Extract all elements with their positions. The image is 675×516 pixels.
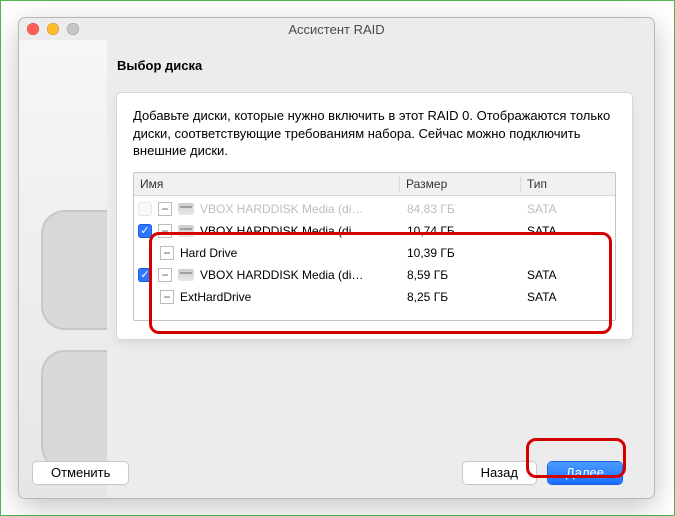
col-name[interactable]: Имя xyxy=(134,177,400,191)
raid-assistant-window: Ассистент RAID Выбор диска Добавьте диск… xyxy=(19,18,654,498)
window-title: Ассистент RAID xyxy=(19,22,654,37)
footer-buttons: Отменить Назад Далее xyxy=(19,462,632,484)
content-panel: Добавьте диски, которые нужно включить в… xyxy=(117,93,632,339)
disk-size: 84,83 ГБ xyxy=(401,202,521,216)
disk-size: 10,74 ГБ xyxy=(401,224,521,238)
cancel-button[interactable]: Отменить xyxy=(33,462,128,484)
row-checkbox xyxy=(138,202,152,216)
table-row[interactable]: −ExtHardDrive 8,25 ГБSATA xyxy=(134,286,615,308)
row-checkbox[interactable]: ✓ xyxy=(138,224,152,238)
table-row[interactable]: ✓− VBOX HARDDISK Media (di… 10,74 ГБSATA xyxy=(134,220,615,242)
disk-size: 8,59 ГБ xyxy=(401,268,521,282)
page-heading: Выбор диска xyxy=(117,58,632,73)
col-type[interactable]: Тип xyxy=(521,177,615,191)
disk-table: Имя Размер Тип − VBOX HARDDISK Media (di…… xyxy=(133,172,616,321)
table-row[interactable]: −Hard Drive 10,39 ГБ xyxy=(134,242,615,264)
next-button[interactable]: Далее xyxy=(548,462,622,484)
disk-name: VBOX HARDDISK Media (di… xyxy=(200,202,363,216)
disk-name: ExtHardDrive xyxy=(180,290,251,304)
disk-size: 8,25 ГБ xyxy=(401,290,521,304)
hdd-icon xyxy=(178,225,194,237)
hdd-icon xyxy=(178,203,194,215)
hdd-icon xyxy=(178,269,194,281)
titlebar: Ассистент RAID xyxy=(19,18,654,40)
row-checkbox[interactable]: ✓ xyxy=(138,268,152,282)
back-button[interactable]: Назад xyxy=(463,462,536,484)
disk-rows: −VBOX HARDDISK Media (di…84,83 ГБSATA✓−V… xyxy=(134,196,615,320)
expand-icon[interactable]: − xyxy=(158,202,172,216)
disk-name: VBOX HARDDISK Media (di… xyxy=(200,224,363,238)
disk-size: 10,39 ГБ xyxy=(401,246,521,260)
table-row[interactable]: ✓− VBOX HARDDISK Media (di… 8,59 ГБSATA xyxy=(134,264,615,286)
collapse-icon[interactable]: − xyxy=(160,246,174,260)
disk-type: SATA xyxy=(521,290,615,304)
table-row: − VBOX HARDDISK Media (di… 84,83 ГБSATA xyxy=(134,198,615,220)
expand-icon[interactable]: − xyxy=(158,268,172,282)
disk-type: SATA xyxy=(521,224,615,238)
sidebar-illustration xyxy=(19,40,107,498)
col-size[interactable]: Размер xyxy=(400,177,521,191)
expand-icon[interactable]: − xyxy=(158,224,172,238)
disk-name: VBOX HARDDISK Media (di… xyxy=(200,268,363,282)
disk-name: Hard Drive xyxy=(180,246,237,260)
disk-type: SATA xyxy=(521,268,615,282)
collapse-icon[interactable]: − xyxy=(160,290,174,304)
description-text: Добавьте диски, которые нужно включить в… xyxy=(133,107,616,160)
disk-type: SATA xyxy=(521,202,615,216)
